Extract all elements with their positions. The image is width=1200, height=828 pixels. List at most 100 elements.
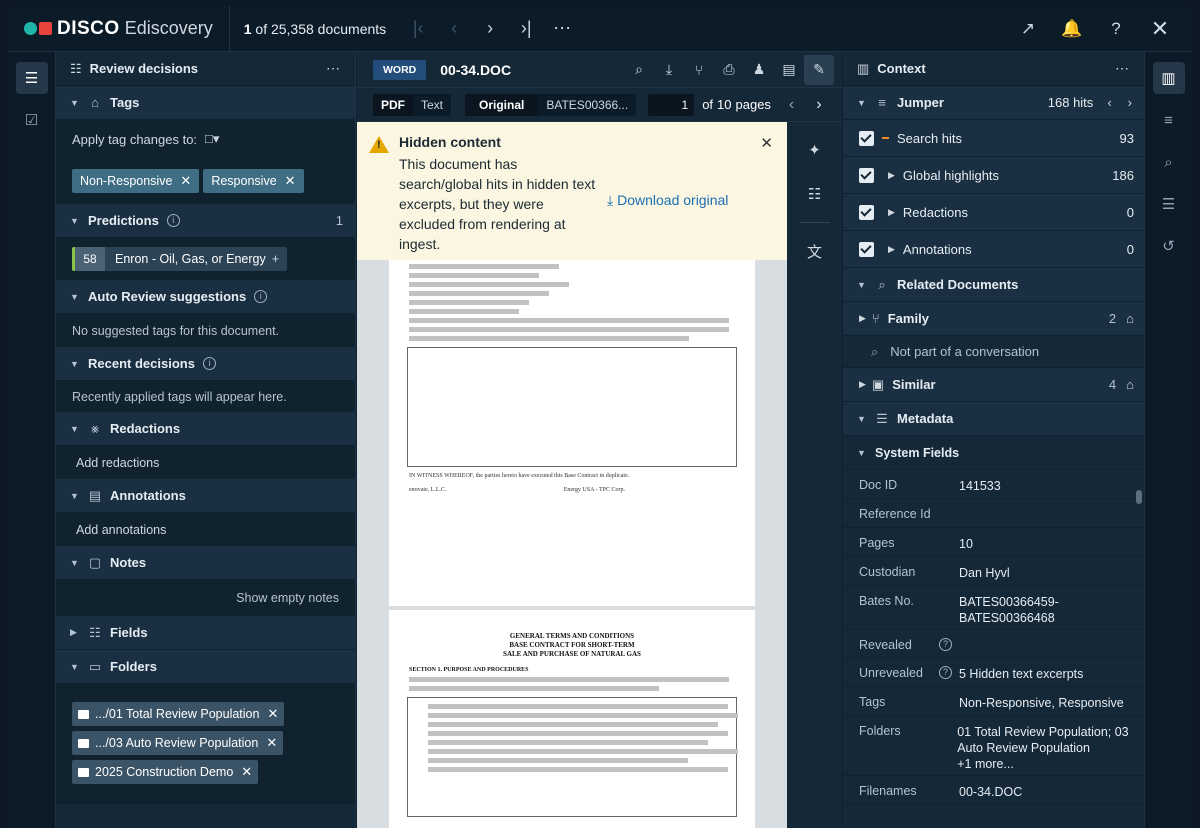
bates-toggle[interactable]: BATES00366... [538,94,636,116]
remove-icon[interactable]: ✕ [285,173,296,189]
jumper-row[interactable]: ▶ Annotations 0 [843,231,1144,268]
scrollbar-thumb[interactable] [1136,490,1142,504]
tag-chip[interactable]: Non-Responsive ✕ [72,169,200,193]
checkbox[interactable] [859,130,874,146]
clipboard-icon[interactable]: ☑ [16,104,48,136]
related-documents-section[interactable]: ▼ ⌕ Related Documents [843,268,1144,302]
checkbox[interactable] [859,241,874,257]
tag-icon[interactable]: ⌂ [1126,311,1134,326]
document-viewer[interactable]: IN WITNESS WHEREOF, the parties hereto h… [357,122,787,828]
info-icon[interactable]: ? [939,638,952,651]
original-toggle[interactable]: Original [465,93,539,116]
remove-icon[interactable]: ✕ [180,173,191,189]
add-redactions-link[interactable]: Add redactions [56,446,355,479]
jumper-icon[interactable]: ≡ [1153,104,1185,136]
help-icon[interactable]: ? [1094,7,1138,51]
apply-tag-changes[interactable]: Apply tag changes to: □▾ [56,120,355,158]
ai-shapes-icon[interactable]: ✦ [799,134,831,166]
more-icon[interactable]: ⋯ [1115,60,1130,77]
highlighter-icon[interactable]: ✎ [804,54,834,85]
chevron-right-icon[interactable]: ▶ [888,207,895,218]
search-icon[interactable]: ⌕ [624,55,654,85]
folders-section[interactable]: ▼ ▭ Folders [56,650,355,684]
more-icon[interactable]: ⋯ [326,60,341,77]
predictions-section[interactable]: ▼ Predictions i 1 [56,204,355,238]
tag-chip[interactable]: Responsive ✕ [203,169,304,193]
jumper-section[interactable]: ▼ ≡ Jumper 168 hits ‹ › [843,86,1144,120]
redact-person-icon[interactable]: ♟ [744,55,774,85]
tag-chip-label: Responsive [211,174,277,188]
add-annotations-link[interactable]: Add annotations [56,513,355,546]
translate-icon[interactable]: 文 [799,235,831,267]
page-number-input[interactable]: 1 [648,93,695,116]
brand-name: DISCO [57,17,120,39]
similar-count: 4 [1108,377,1117,392]
comment-icon[interactable]: ▤ [774,55,804,85]
chevron-right-icon[interactable]: ▶ [888,170,895,181]
close-icon[interactable]: ✕ [1138,7,1182,51]
next-page-icon[interactable]: › [472,11,508,47]
checkbox[interactable] [859,167,874,183]
metadata-section[interactable]: ▼ ☰ Metadata [843,402,1144,436]
last-page-icon[interactable]: ›| [508,11,544,47]
close-icon[interactable]: ✕ [760,134,773,152]
jumper-row[interactable]: ▶ Redactions 0 [843,194,1144,231]
jumper-row[interactable]: Search hits 93 [843,120,1144,157]
next-hit-icon[interactable]: › [1128,95,1132,110]
prediction-chip[interactable]: 58 Enron - Oil, Gas, or Energy + [72,247,288,271]
history-icon[interactable]: ↺ [1153,230,1185,262]
tag-icon[interactable]: ⌂ [1126,377,1134,392]
tag-chips: Non-Responsive ✕ Responsive ✕ [56,158,355,204]
info-icon[interactable]: ? [939,666,952,679]
share-icon[interactable]: ⑂ [684,55,714,85]
info-icon[interactable]: i [166,214,180,227]
disco-logo[interactable]: DISCO Ediscovery [24,18,213,40]
folder-chip[interactable]: .../03 Auto Review Population ✕ [72,731,284,755]
remove-icon[interactable]: ✕ [267,706,278,722]
party-b: Energy USA - TPC Corp. [563,487,625,493]
external-link-icon[interactable]: ↗ [1006,7,1050,51]
pdf-toggle[interactable]: PDF [373,93,413,116]
annotations-section[interactable]: ▼ ▤ Annotations [56,479,355,513]
system-fields-header[interactable]: ▼ System Fields [843,436,1144,470]
prev-hit-icon[interactable]: ‹ [1107,95,1111,110]
chevron-down-icon: ▼ [857,447,866,458]
notes-section[interactable]: ▼ ▢ Notes [56,546,355,580]
show-empty-notes-link[interactable]: Show empty notes [56,580,355,616]
print-icon[interactable]: ⎙ [714,55,744,85]
download-original-link[interactable]: ⤓ Download original [607,192,728,209]
tags-section[interactable]: ▼ ⌂ Tags [56,86,355,120]
redactions-section[interactable]: ▼ ⨳ Redactions [56,412,355,446]
text-toggle[interactable]: Text [413,94,451,116]
similar-row[interactable]: ▶ ▣ Similar 4 ⌂ [843,368,1144,402]
auto-review-section[interactable]: ▼ Auto Review suggestions i [56,280,355,314]
fields-section[interactable]: ▶ ☷ Fields [56,616,355,650]
doc-heading-line: SALE AND PURCHASE OF NATURAL GAS [503,650,641,658]
ai-document-icon[interactable]: ☷ [799,178,831,210]
remove-icon[interactable]: ✕ [266,735,277,751]
jumper-row-name: Redactions [902,204,968,220]
bell-icon[interactable]: 🔔 [1050,7,1094,51]
next-page-icon[interactable]: › [816,96,821,114]
context-icon[interactable]: ▥ [1152,62,1185,94]
folder-chip[interactable]: .../01 Total Review Population ✕ [72,702,285,726]
review-decisions-icon[interactable]: ☰ [15,62,48,94]
first-page-icon[interactable]: |‹ [400,11,436,47]
document-search-icon[interactable]: ⌕ [1153,146,1185,178]
checkbox[interactable] [859,204,874,220]
document-dropdown-icon[interactable]: □▾ [205,131,219,147]
jumper-row[interactable]: ▶ Global highlights 186 [843,157,1144,194]
more-icon[interactable]: ⋯ [544,11,580,47]
prev-page-icon[interactable]: ‹ [789,96,794,114]
info-icon[interactable]: i [202,357,216,370]
info-icon[interactable]: i [254,290,268,303]
add-icon[interactable]: + [272,252,287,266]
list-icon[interactable]: ☰ [1153,188,1185,220]
folder-chip[interactable]: 2025 Construction Demo ✕ [72,760,259,784]
recent-decisions-section[interactable]: ▼ Recent decisions i [56,347,355,381]
download-icon[interactable]: ⤓ [654,55,684,85]
family-row[interactable]: ▶ ⑂ Family 2 ⌂ [843,302,1144,336]
remove-icon[interactable]: ✕ [241,764,252,780]
prev-page-icon[interactable]: ‹ [436,11,472,47]
chevron-right-icon[interactable]: ▶ [888,244,895,255]
